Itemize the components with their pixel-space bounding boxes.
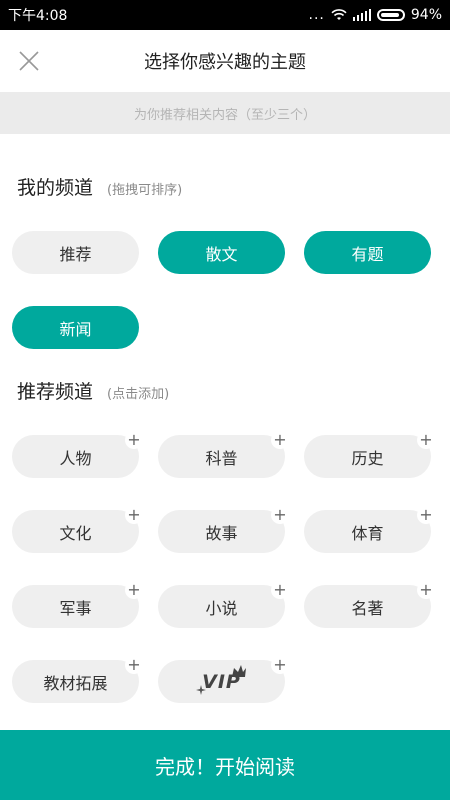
chip-label: 体育: [351, 523, 384, 543]
my-channel-chip[interactable]: 新闻: [12, 306, 139, 349]
recommended-subtitle: (点击添加): [107, 387, 170, 402]
close-icon: [19, 51, 39, 71]
status-time: 下午4:08: [8, 8, 68, 24]
recommended-title: 推荐频道: [17, 381, 94, 403]
hint-text: 为你推荐相关内容（至少三个）: [133, 107, 316, 123]
recommended-chip[interactable]: 人物 +: [12, 431, 143, 478]
plus-icon[interactable]: +: [271, 656, 289, 674]
recommended-chip[interactable]: 文化 +: [12, 506, 143, 553]
recommended-header: 推荐频道 (点击添加): [17, 377, 169, 404]
my-channels-title: 我的频道: [17, 177, 94, 199]
chip-label: 人物: [59, 448, 92, 468]
chip-label: 历史: [351, 448, 384, 468]
crown-icon: [232, 665, 246, 677]
plus-icon[interactable]: +: [417, 506, 435, 524]
done-label: 完成！开始阅读: [155, 754, 295, 779]
chip-label: 故事: [205, 523, 238, 543]
plus-icon[interactable]: +: [417, 431, 435, 449]
recommended-chip[interactable]: 历史 +: [304, 431, 435, 478]
recommended-chip[interactable]: 科普 +: [158, 431, 289, 478]
hint-bar: 为你推荐相关内容（至少三个）: [0, 92, 450, 134]
chip-label: 军事: [59, 598, 92, 618]
plus-icon[interactable]: +: [271, 581, 289, 599]
recommended-chip[interactable]: 军事 +: [12, 581, 143, 628]
my-channel-chip[interactable]: 推荐: [12, 231, 139, 274]
signal-icon: [352, 9, 371, 21]
header: 选择你感兴趣的主题: [0, 30, 450, 92]
sparkle-icon: [196, 685, 206, 695]
chip-label: 散文: [205, 244, 238, 264]
status-bar: 下午4:08 ... 94%: [0, 0, 450, 30]
plus-icon[interactable]: +: [417, 581, 435, 599]
chip-label: 新闻: [59, 319, 92, 339]
status-dots: ...: [308, 7, 325, 23]
my-channel-chip[interactable]: 散文: [158, 231, 285, 274]
recommended-chip-vip[interactable]: VIP +: [158, 656, 289, 703]
battery-icon: [376, 9, 405, 21]
chip-label: 科普: [205, 448, 238, 468]
recommended-chip[interactable]: 体育 +: [304, 506, 435, 553]
plus-icon[interactable]: +: [125, 431, 143, 449]
page-title: 选择你感兴趣的主题: [144, 52, 306, 73]
plus-icon[interactable]: +: [125, 581, 143, 599]
chip-label: 小说: [205, 598, 238, 618]
my-channels-header: 我的频道 (拖拽可排序): [17, 173, 182, 200]
battery-percent: 94%: [410, 7, 442, 23]
close-button[interactable]: [14, 46, 44, 76]
plus-icon[interactable]: +: [271, 506, 289, 524]
my-channels-subtitle: (拖拽可排序): [107, 183, 183, 198]
wifi-icon: [331, 9, 347, 20]
recommended-chip[interactable]: 小说 +: [158, 581, 289, 628]
recommended-chip[interactable]: 名著 +: [304, 581, 435, 628]
recommended-chip[interactable]: 故事 +: [158, 506, 289, 553]
chip-label: 名著: [351, 598, 384, 618]
chip-label: 有题: [351, 244, 384, 264]
plus-icon[interactable]: +: [271, 431, 289, 449]
recommended-chip[interactable]: 教材拓展 +: [12, 656, 143, 703]
plus-icon[interactable]: +: [125, 656, 143, 674]
status-icons: ... 94%: [309, 7, 442, 23]
chip-label: 教材拓展: [43, 673, 108, 693]
plus-icon[interactable]: +: [125, 506, 143, 524]
chip-label: 文化: [59, 523, 92, 543]
my-channel-chip[interactable]: 有题: [304, 231, 431, 274]
chip-label: 推荐: [59, 244, 92, 264]
done-button[interactable]: 完成！开始阅读: [0, 730, 450, 800]
